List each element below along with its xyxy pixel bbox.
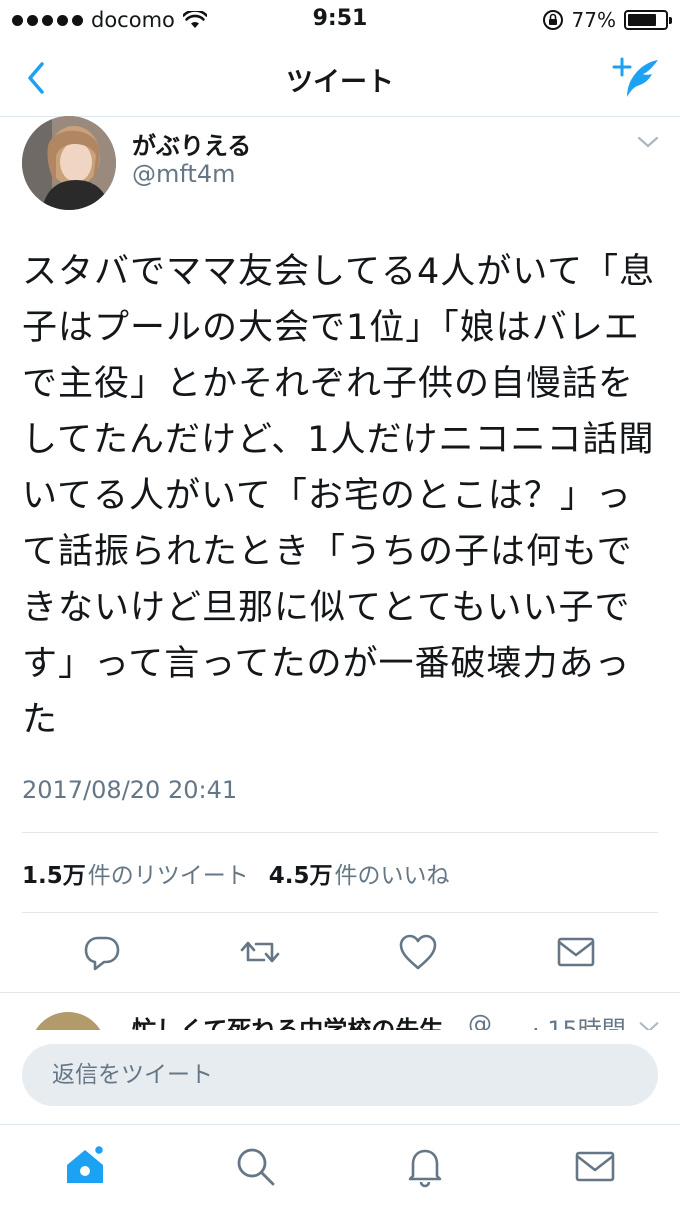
messages-icon[interactable] xyxy=(572,1143,618,1189)
orientation-lock-icon xyxy=(542,10,563,30)
retweet-label: 件のリツイート xyxy=(87,863,249,889)
tweet-stats: 1.5万 件のリツイート 4.5万 件のいいね xyxy=(22,856,450,890)
page-title: ツイート xyxy=(286,67,394,98)
tweet-timestamp: 2017/08/20 20:41 xyxy=(22,776,238,804)
compose-tweet-icon[interactable] xyxy=(612,56,662,100)
reply-icon[interactable] xyxy=(80,930,124,974)
notifications-icon[interactable] xyxy=(402,1143,448,1189)
like-icon[interactable] xyxy=(396,930,440,974)
reply-handle[interactable]: @ xyxy=(468,1010,492,1030)
avatar[interactable] xyxy=(22,116,116,210)
nav-bar: ツイート xyxy=(0,40,680,117)
search-icon[interactable] xyxy=(232,1143,278,1189)
chevron-down-icon[interactable] xyxy=(634,128,662,156)
battery-icon xyxy=(624,10,672,30)
retweet-icon[interactable] xyxy=(238,930,282,974)
divider xyxy=(0,992,680,993)
reply-compose-bar xyxy=(0,1030,680,1124)
battery-percent: 77% xyxy=(571,8,616,32)
reply-input[interactable] xyxy=(22,1044,658,1106)
like-count: 4.5万 xyxy=(268,863,333,889)
divider xyxy=(22,912,658,913)
tab-bar xyxy=(0,1124,680,1210)
tweet-actions xyxy=(0,930,680,974)
tweet-text: スタバでママ友会してる4人がいて「息子はプールの大会で1位」「娘はバレエで主役」… xyxy=(22,252,656,740)
battery-level xyxy=(628,14,656,26)
retweet-count: 1.5万 xyxy=(22,863,86,889)
divider xyxy=(22,832,658,833)
home-icon[interactable] xyxy=(62,1143,108,1189)
status-bar: docomo 9:51 77% xyxy=(0,0,680,40)
reply-tweet-preview[interactable]: 忙しくて死ねる中学校の先生 @ · 15時間 xyxy=(0,994,680,1030)
chevron-down-icon[interactable] xyxy=(636,1014,662,1030)
reply-avatar[interactable] xyxy=(30,1012,106,1030)
like-label: 件のいいね xyxy=(334,863,450,889)
status-right: 77% xyxy=(542,6,672,34)
reply-time: · 15時間 xyxy=(532,1016,626,1030)
user-handle[interactable]: @mft4m xyxy=(132,160,235,188)
retweet-stat[interactable]: 1.5万 件のリツイート xyxy=(22,856,249,890)
display-name[interactable]: がぶりえる xyxy=(132,126,251,161)
reply-display-name[interactable]: 忙しくて死ねる中学校の先生 xyxy=(132,1010,443,1030)
avatar-image xyxy=(22,116,116,210)
like-stat[interactable]: 4.5万 件のいいね xyxy=(269,856,450,890)
dm-icon[interactable] xyxy=(554,930,598,974)
